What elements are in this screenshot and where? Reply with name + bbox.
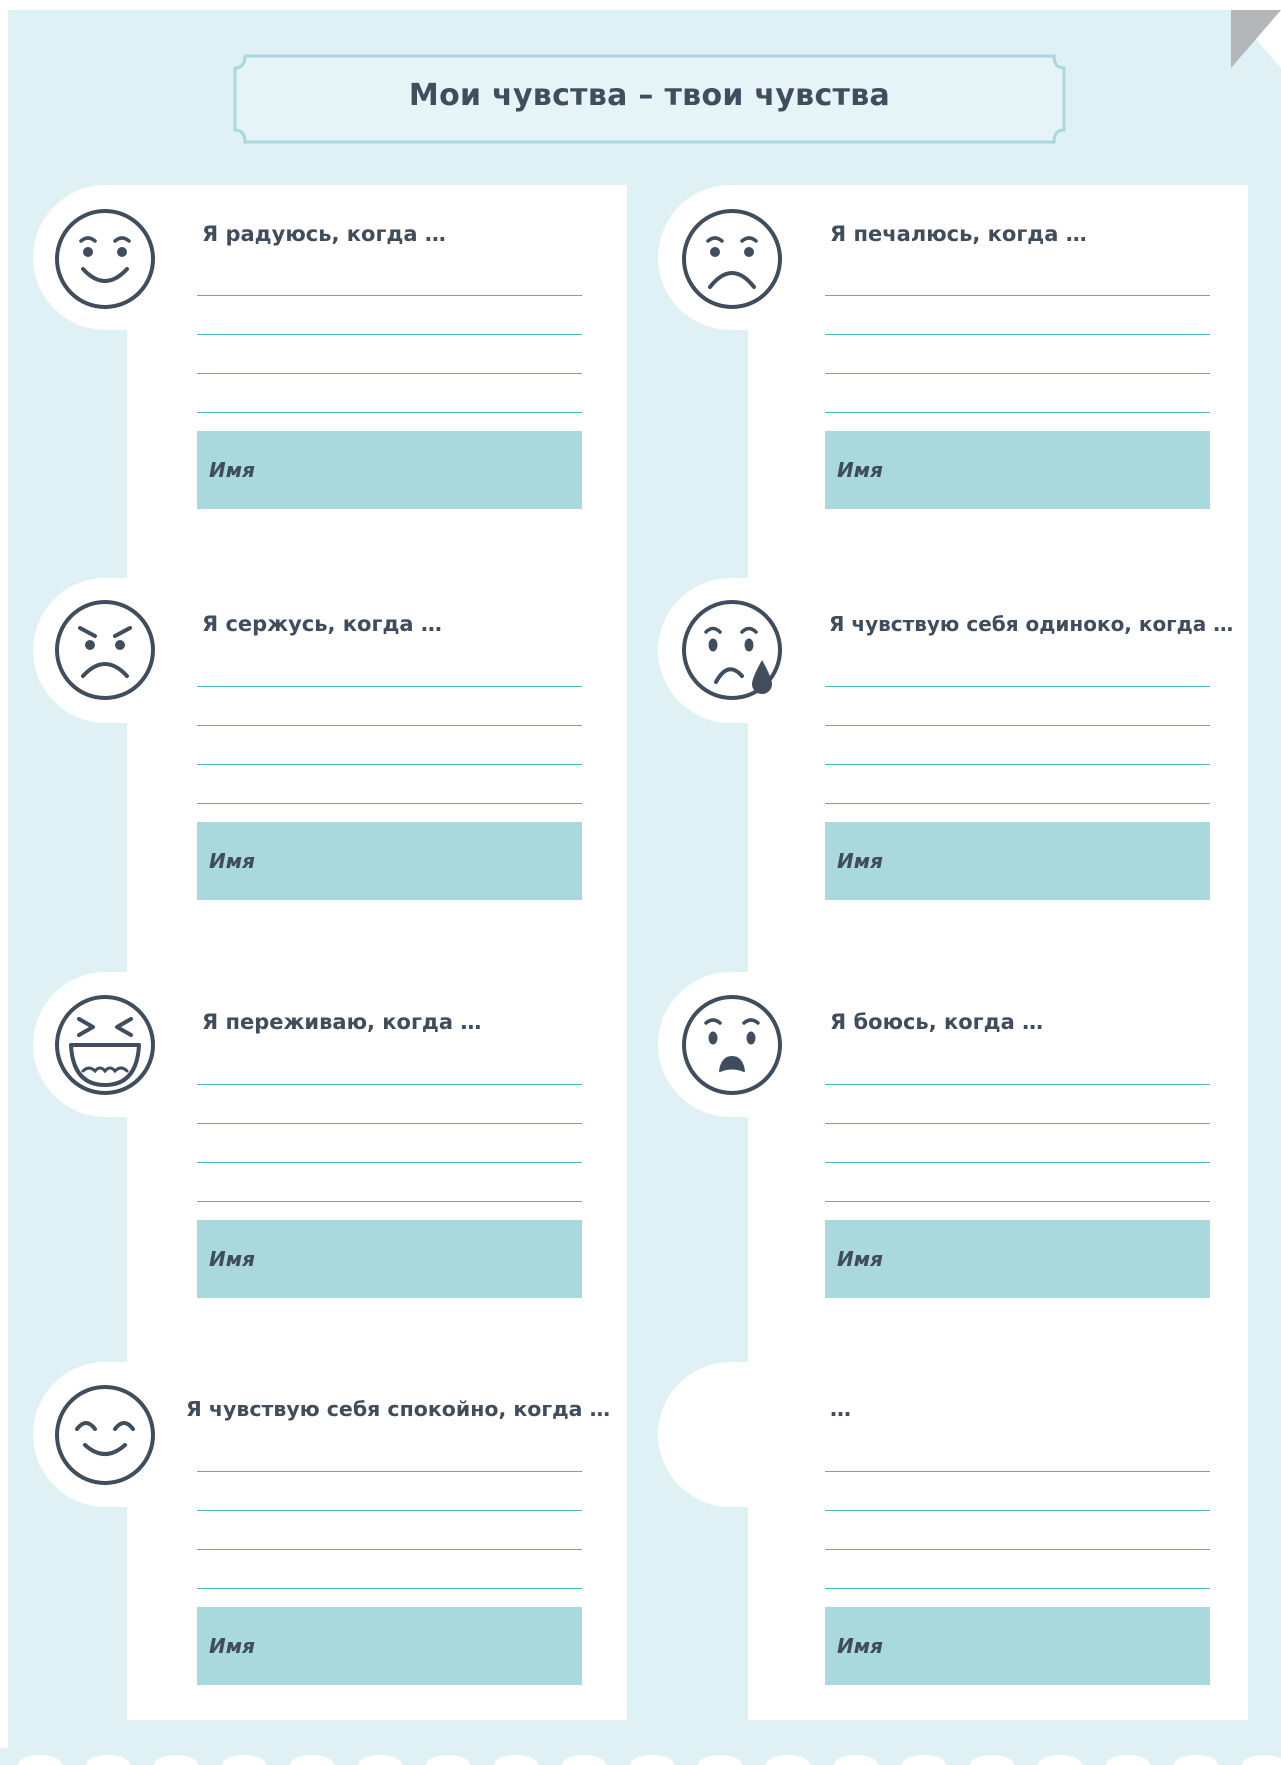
name-field[interactable]: Имя [825,1220,1210,1298]
name-field[interactable]: Имя [197,431,582,509]
card-prompt: Я печалюсь, когда … [830,222,1087,246]
name-label: Имя [209,458,255,482]
writing-line[interactable] [197,295,582,296]
name-label: Имя [209,849,255,873]
page-title: Мои чувства – твои чувства [408,78,891,113]
card-prompt: Я сержусь, когда … [202,612,442,636]
writing-line[interactable] [197,1201,582,1202]
name-field[interactable]: Имя [197,1607,582,1685]
name-label: Имя [837,1634,883,1658]
name-field[interactable]: Имя [825,822,1210,900]
name-label: Имя [837,1247,883,1271]
title-banner: Мои чувства – твои чувства [233,54,1066,144]
name-label: Имя [837,458,883,482]
happy-face-icon [55,209,155,309]
writing-line[interactable] [197,1123,582,1124]
emoji-bump [658,1362,803,1507]
page-fold-icon [1231,10,1281,68]
angry-face-icon [55,600,155,700]
writing-line[interactable] [825,1510,1210,1511]
right-column [748,185,1248,1720]
laughing-face-icon [55,995,155,1095]
writing-line[interactable] [825,1162,1210,1163]
writing-line[interactable] [197,725,582,726]
writing-line[interactable] [197,1588,582,1589]
writing-line[interactable] [825,764,1210,765]
writing-line[interactable] [197,1162,582,1163]
writing-line[interactable] [825,1201,1210,1202]
writing-line[interactable] [197,764,582,765]
writing-line[interactable] [197,803,582,804]
name-field[interactable]: Имя [197,1220,582,1298]
card-prompt: Я радуюсь, когда … [202,222,446,246]
name-field[interactable]: Имя [825,1607,1210,1685]
bottom-scallop-border [0,1748,1281,1765]
writing-line[interactable] [825,686,1210,687]
card-prompt: Я чувствую себя спокойно, когда … [186,1397,611,1421]
writing-line[interactable] [197,1510,582,1511]
card-prompt: … [830,1397,851,1421]
card-prompt: Я боюсь, когда … [830,1010,1044,1034]
left-column [127,185,627,1720]
name-field[interactable]: Имя [197,822,582,900]
name-field[interactable]: Имя [825,431,1210,509]
crying-face-icon [682,600,782,700]
writing-line[interactable] [825,295,1210,296]
card-prompt: Я переживаю, когда … [202,1010,482,1034]
writing-line[interactable] [197,334,582,335]
writing-line[interactable] [825,1084,1210,1085]
calm-face-icon [55,1385,155,1485]
writing-line[interactable] [197,412,582,413]
writing-line[interactable] [825,725,1210,726]
writing-line[interactable] [197,373,582,374]
writing-line[interactable] [825,803,1210,804]
writing-line[interactable] [825,1588,1210,1589]
writing-line[interactable] [825,1471,1210,1472]
writing-line[interactable] [825,412,1210,413]
writing-line[interactable] [197,1084,582,1085]
writing-line[interactable] [825,334,1210,335]
writing-line[interactable] [197,686,582,687]
scared-face-icon [682,995,782,1095]
writing-line[interactable] [197,1549,582,1550]
writing-line[interactable] [825,1123,1210,1124]
writing-line[interactable] [197,1471,582,1472]
name-label: Имя [837,849,883,873]
sad-face-icon [682,209,782,309]
name-label: Имя [209,1634,255,1658]
name-label: Имя [209,1247,255,1271]
writing-line[interactable] [825,373,1210,374]
card-prompt: Я чувствую себя одиноко, когда … [829,612,1234,636]
writing-line[interactable] [825,1549,1210,1550]
